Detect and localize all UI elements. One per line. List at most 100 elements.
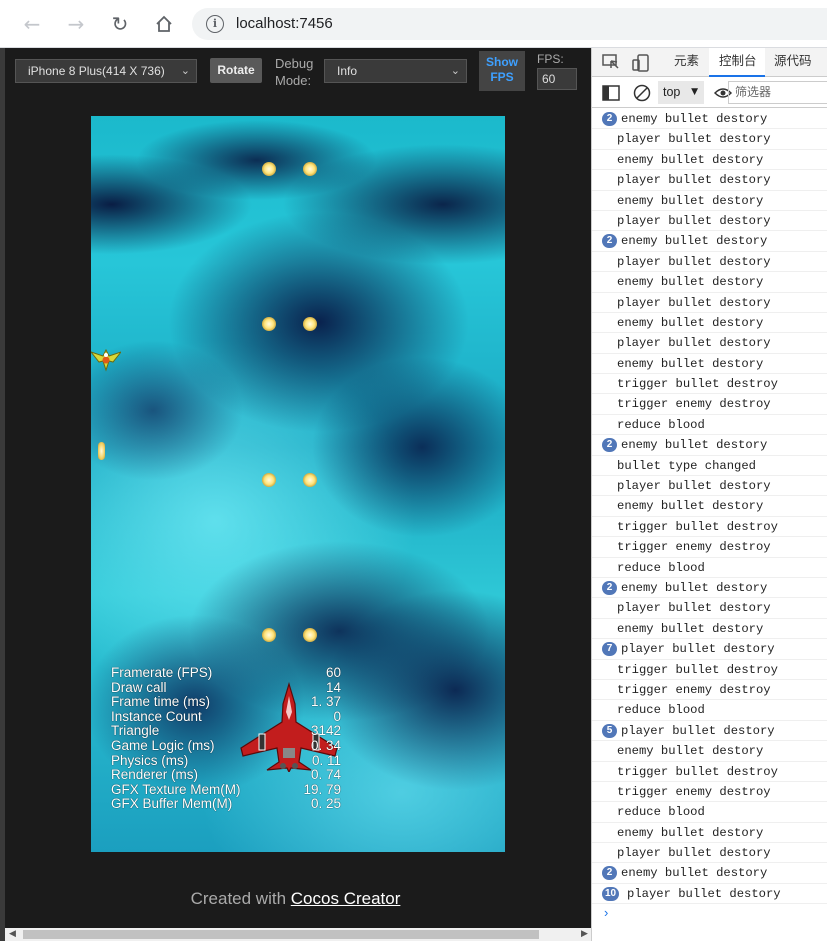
console-log-text: trigger bullet destroy	[617, 377, 778, 392]
enemy-bullet	[98, 442, 105, 460]
console-log-row[interactable]: 2 enemy bullet destory	[592, 435, 827, 456]
sidebar-toggle-icon[interactable]	[602, 85, 620, 101]
chevron-down-icon: ⌄	[450, 64, 460, 77]
console-log-row[interactable]: player bullet destory	[592, 211, 827, 232]
console-log-row[interactable]: 7 player bullet destory	[592, 639, 827, 660]
repeat-count-badge: 7	[602, 642, 617, 657]
console-log-text: enemy bullet destory	[617, 315, 764, 330]
stat-value: 14	[325, 679, 341, 695]
console-log-row[interactable]: trigger bullet destroy	[592, 517, 827, 538]
console-log-row[interactable]: 2 enemy bullet destory	[592, 231, 827, 252]
console-log-row[interactable]: trigger enemy destroy	[592, 537, 827, 558]
player-bullet	[262, 317, 276, 331]
debug-mode-select[interactable]: Info ⌄	[324, 59, 467, 83]
tab-sources[interactable]: 源代码	[774, 48, 824, 77]
console-log-row[interactable]: 2 enemy bullet destory	[592, 109, 827, 130]
console-log-row[interactable]: player bullet destory	[592, 333, 827, 354]
stat-value: 0. 25	[310, 796, 341, 812]
console-log-text: player bullet destory	[617, 336, 771, 351]
game-canvas[interactable]: Framerate (FPS) 60 Draw call 14 Frame time (…	[91, 116, 505, 852]
console-log-row[interactable]: enemy bullet destory	[592, 191, 827, 211]
stat-row: GFX Texture Mem(M) 19. 79	[111, 781, 341, 798]
repeat-count-badge: 2	[602, 580, 617, 595]
console-log-row[interactable]: enemy bullet destory	[592, 496, 827, 517]
arrow-left-icon[interactable]: ←	[17, 9, 47, 39]
player-bullet	[262, 473, 276, 487]
console-log-row[interactable]: reduce blood	[592, 558, 827, 578]
scrollbar-thumb[interactable]	[23, 930, 539, 939]
console-prompt[interactable]: ›	[604, 905, 608, 920]
console-log-row[interactable]: reduce blood	[592, 700, 827, 721]
console-log-row[interactable]: trigger bullet destroy	[592, 374, 827, 395]
console-log-text: player bullet destory	[617, 601, 771, 616]
player-bullet	[262, 628, 276, 642]
console-log-row[interactable]: 10 player bullet destory	[592, 884, 827, 905]
player-bullet	[303, 473, 317, 487]
stat-label: Triangle	[111, 723, 160, 739]
reload-icon[interactable]: ↻	[105, 9, 135, 39]
console-log-text: trigger enemy destroy	[617, 682, 771, 697]
console-log-row[interactable]: trigger bullet destroy	[592, 660, 827, 680]
console-log-row[interactable]: trigger enemy destroy	[592, 394, 827, 415]
console-log-row[interactable]: player bullet destory	[592, 252, 827, 273]
console-log-text: reduce blood	[617, 703, 705, 718]
scroll-left-icon[interactable]: ◀	[9, 928, 16, 941]
console-log-text: player bullet destory	[617, 479, 771, 494]
console-log-row[interactable]: 5 player bullet destory	[592, 721, 827, 742]
console-log-row[interactable]: trigger enemy destroy	[592, 680, 827, 701]
console-log-row[interactable]: enemy bullet destory	[592, 354, 827, 375]
console-log-row[interactable]: bullet type changed	[592, 456, 827, 477]
console-log-row[interactable]: trigger enemy destroy	[592, 782, 827, 803]
console-log-row[interactable]: reduce blood	[592, 415, 827, 436]
player-bullet	[303, 162, 317, 176]
rotate-button[interactable]: Rotate	[210, 58, 262, 83]
console-log-row[interactable]: reduce blood	[592, 802, 827, 823]
show-fps-button[interactable]: Show FPS	[479, 51, 525, 91]
stat-row: Framerate (FPS) 60	[111, 665, 341, 681]
console-log-row[interactable]: enemy bullet destory	[592, 741, 827, 762]
stat-label: Game Logic (ms)	[111, 737, 215, 753]
arrow-right-icon[interactable]: →	[61, 9, 91, 39]
console-log-row[interactable]: player bullet destory	[592, 476, 827, 497]
url-text[interactable]: localhost:7456	[236, 15, 333, 32]
context-value: top	[663, 85, 681, 99]
inspect-element-icon[interactable]	[602, 54, 620, 71]
info-icon[interactable]: i	[206, 15, 224, 33]
home-icon[interactable]	[149, 9, 179, 39]
console-log-row[interactable]: 2 enemy bullet destory	[592, 863, 827, 884]
device-toolbar-icon[interactable]	[632, 54, 650, 72]
console-log-row[interactable]: player bullet destory	[592, 129, 827, 150]
footer: Created with Cocos Creator	[0, 889, 591, 909]
fps-input[interactable]: 60	[537, 68, 577, 90]
show-fps-label: Show FPS	[486, 55, 518, 84]
console-log-row[interactable]: enemy bullet destory	[592, 619, 827, 640]
console-log-row[interactable]: player bullet destory	[592, 170, 827, 191]
console-toolbar: top ▼ 筛选器	[592, 78, 827, 108]
console-log-row[interactable]: player bullet destory	[592, 843, 827, 864]
tab-console[interactable]: 控制台	[709, 48, 765, 77]
devtools-panel: 元素 控制台 源代码 top ▼ 筛选器 2 enemy bullet desto…	[591, 48, 827, 941]
stat-label: Physics (ms)	[111, 752, 189, 768]
console-log-row[interactable]: player bullet destory	[592, 598, 827, 619]
clear-console-icon[interactable]	[633, 84, 651, 102]
console-log-row[interactable]: enemy bullet destory	[592, 150, 827, 171]
stat-value: 0	[333, 708, 341, 724]
console-log-row[interactable]: enemy bullet destory	[592, 272, 827, 293]
stat-value: 19. 79	[303, 781, 341, 797]
horizontal-scrollbar[interactable]: ◀ ▶	[5, 928, 591, 941]
scroll-right-icon[interactable]: ▶	[581, 928, 588, 941]
cocos-creator-link[interactable]: Cocos Creator	[291, 889, 401, 908]
console-log-row[interactable]: 2 enemy bullet destory	[592, 578, 827, 599]
console-log-row[interactable]: enemy bullet destory	[592, 823, 827, 844]
console-log-row[interactable]: trigger bullet destroy	[592, 762, 827, 782]
tab-elements[interactable]: 元素	[674, 48, 700, 77]
console-filter-input[interactable]: 筛选器	[728, 81, 827, 104]
console-log-text: enemy bullet destory	[621, 438, 768, 453]
context-select[interactable]: top ▼	[658, 81, 704, 104]
stat-label: Framerate (FPS)	[111, 665, 213, 680]
console-log-text: enemy bullet destory	[621, 234, 768, 249]
console-log-row[interactable]: player bullet destory	[592, 293, 827, 313]
console-log-list: 2 enemy bullet destory player bullet desto…	[592, 109, 827, 905]
console-log-row[interactable]: enemy bullet destory	[592, 313, 827, 334]
device-select[interactable]: iPhone 8 Plus(414 X 736) ⌄	[15, 59, 197, 83]
